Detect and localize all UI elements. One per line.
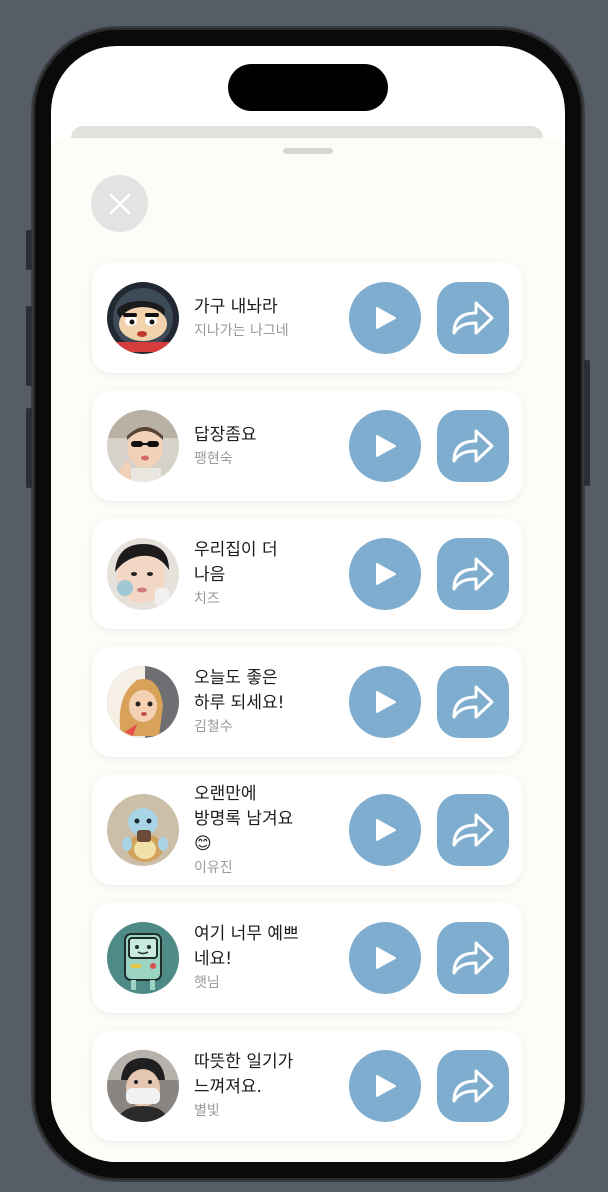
message-card[interactable]: 답장좀요 팽현숙 (92, 390, 523, 501)
play-icon (376, 819, 396, 841)
message-title: 우리집이 더 나음 (194, 538, 344, 588)
play-icon (376, 947, 396, 969)
message-card[interactable]: 오늘도 좋은 하루 되세요! 김철수 (92, 646, 523, 757)
play-button[interactable] (349, 794, 421, 866)
message-title-line: 오늘도 좋은 (194, 668, 278, 688)
share-button[interactable] (437, 282, 509, 354)
play-button[interactable] (349, 666, 421, 738)
share-arrow-icon (452, 1069, 494, 1103)
message-card[interactable]: 따뜻한 일기가 느껴져요. 별빛 (92, 1030, 523, 1141)
sheet-grabber[interactable] (283, 148, 333, 154)
message-title-line: 네요! (194, 949, 233, 969)
message-title: 오늘도 좋은 하루 되세요! (194, 666, 344, 716)
share-button[interactable] (437, 794, 509, 866)
message-title-line: 하루 되세요! (194, 693, 285, 713)
message-text: 여기 너무 예쁘 네요! 햇님 (194, 902, 344, 1013)
message-title-line: 방명록 남겨요 (194, 808, 294, 829)
message-title-line: 답장좀요 (194, 424, 257, 445)
masked-person-avatar (107, 1050, 179, 1122)
play-icon (376, 435, 396, 457)
share-arrow-icon (452, 301, 494, 335)
share-arrow-icon (452, 941, 494, 975)
message-title-line: 여기 너무 예쁘 (194, 924, 299, 944)
share-button[interactable] (437, 1050, 509, 1122)
phone-side-button (26, 306, 32, 386)
play-icon (376, 691, 396, 713)
message-author: 김철수 (194, 719, 233, 735)
message-title: 따뜻한 일기가 느껴져요. (194, 1050, 344, 1100)
share-button[interactable] (437, 922, 509, 994)
message-text: 오늘도 좋은 하루 되세요! 김철수 (194, 646, 344, 757)
play-button[interactable] (349, 922, 421, 994)
message-text: 오랜만에 방명록 남겨요 😊 이유진 (194, 774, 344, 885)
message-title-line: 나음 (194, 565, 226, 585)
message-author: 지나가는 나그네 (194, 322, 289, 339)
message-author: 치즈 (194, 591, 220, 607)
cartoon-girl-avatar (107, 666, 179, 738)
message-author: 별빛 (194, 1103, 220, 1119)
messages-sheet: 가구 내놔라 지나가는 나그네 답장좀요 팽현숙 우리집이 더 나음 치즈 오늘… (51, 138, 565, 1162)
share-button[interactable] (437, 666, 509, 738)
share-arrow-icon (452, 685, 494, 719)
play-icon (376, 307, 396, 329)
message-card[interactable]: 여기 너무 예쁘 네요! 햇님 (92, 902, 523, 1013)
play-button[interactable] (349, 1050, 421, 1122)
message-title-line: 오랜만에 (194, 783, 257, 804)
play-button[interactable] (349, 410, 421, 482)
baby-sunglasses-avatar (107, 410, 179, 482)
crayon-shin-chan-avatar (107, 282, 179, 354)
share-arrow-icon (452, 557, 494, 591)
play-icon (376, 563, 396, 585)
share-button[interactable] (437, 538, 509, 610)
message-text: 따뜻한 일기가 느껴져요. 별빛 (194, 1030, 344, 1141)
play-icon (376, 1075, 396, 1097)
message-author: 햇님 (194, 975, 220, 991)
squirtle-avatar (107, 794, 179, 866)
message-text: 우리집이 더 나음 치즈 (194, 518, 344, 629)
message-card[interactable]: 오랜만에 방명록 남겨요 😊 이유진 (92, 774, 523, 885)
message-title-line: 😊 (194, 833, 212, 854)
phone-side-button (584, 360, 590, 486)
message-author: 팽현숙 (194, 450, 233, 467)
play-button[interactable] (349, 282, 421, 354)
message-title-line: 따뜻한 일기가 (194, 1052, 294, 1072)
close-icon (109, 193, 130, 214)
message-title: 답장좀요 (194, 423, 344, 448)
message-author: 이유진 (194, 859, 233, 876)
message-text: 답장좀요 팽현숙 (194, 390, 344, 501)
share-arrow-icon (452, 429, 494, 463)
share-arrow-icon (452, 813, 494, 847)
message-text: 가구 내놔라 지나가는 나그네 (194, 262, 344, 373)
play-button[interactable] (349, 538, 421, 610)
screen: 가구 내놔라 지나가는 나그네 답장좀요 팽현숙 우리집이 더 나음 치즈 오늘… (51, 46, 565, 1162)
message-card[interactable]: 우리집이 더 나음 치즈 (92, 518, 523, 629)
message-title-line: 가구 내놔라 (194, 296, 278, 317)
close-button[interactable] (91, 175, 148, 232)
phone-side-button (26, 408, 32, 488)
dynamic-island (228, 64, 388, 111)
child-photo-avatar (107, 538, 179, 610)
bmo-avatar (107, 922, 179, 994)
message-title-line: 우리집이 더 (194, 540, 278, 560)
message-title: 여기 너무 예쁘 네요! (194, 922, 344, 972)
phone-side-button (26, 230, 32, 270)
message-title: 오랜만에 방명록 남겨요 😊 (194, 782, 344, 857)
message-title-line: 느껴져요. (194, 1077, 262, 1097)
message-card[interactable]: 가구 내놔라 지나가는 나그네 (92, 262, 523, 373)
message-title: 가구 내놔라 (194, 295, 344, 320)
share-button[interactable] (437, 410, 509, 482)
